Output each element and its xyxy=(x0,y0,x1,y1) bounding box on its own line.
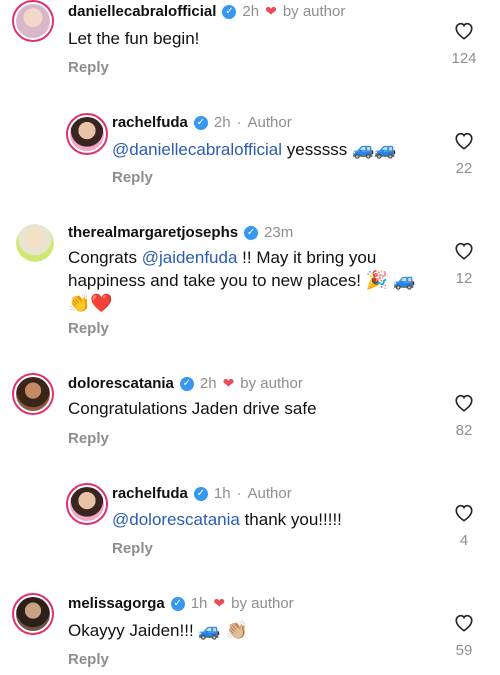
username[interactable]: dolorescatania xyxy=(68,375,174,392)
emoji-sequence: 🚙 👏🏼 xyxy=(198,620,249,640)
timestamp: 2h xyxy=(242,3,260,20)
timestamp: 23m xyxy=(264,224,294,241)
username[interactable]: daniellecabralofficial xyxy=(68,3,216,20)
reply-button[interactable]: Reply xyxy=(68,651,109,668)
comment-text: @daniellecabralofficial yesssss 🚙🚙 xyxy=(112,138,397,161)
mention-link[interactable]: @dolorescatania xyxy=(112,510,240,529)
heart-outline-icon[interactable] xyxy=(453,502,475,522)
red-heart-icon: ❤ xyxy=(222,375,235,391)
red-heart-icon: ❤ xyxy=(265,3,277,19)
avatar[interactable] xyxy=(66,483,108,525)
mention-link[interactable]: @jaidenfuda xyxy=(142,248,238,267)
verified-badge-icon: ✓ xyxy=(193,486,208,501)
comment-text: Congrats @jaidenfuda !! May it bring you… xyxy=(68,247,428,315)
like-count: 82 xyxy=(455,422,473,439)
like-count: 22 xyxy=(455,160,473,177)
avatar[interactable] xyxy=(16,224,54,262)
reply-comment-item: rachelfuda ✓ 2h · Author @daniellecabral… xyxy=(0,110,500,220)
reply-button[interactable]: Reply xyxy=(68,320,109,337)
liked-by-author: by author xyxy=(282,3,346,20)
timestamp: 2h xyxy=(213,114,231,131)
comment-item: daniellecabralofficial ✓ 2h ❤ by author … xyxy=(0,0,500,110)
timestamp: 1h xyxy=(213,485,231,502)
comment-meta: rachelfuda ✓ 1h · Author xyxy=(112,485,292,502)
car-emoji: 🚙🚙 xyxy=(351,139,397,159)
mention-link[interactable]: @daniellecabralofficial xyxy=(112,140,282,159)
reply-button[interactable]: Reply xyxy=(112,540,153,557)
comment-meta: dolorescatania ✓ 2h ❤ by author xyxy=(68,375,303,392)
liked-by-author: by author xyxy=(231,595,294,612)
verified-badge-icon: ✓ xyxy=(244,225,259,240)
avatar[interactable] xyxy=(12,593,54,635)
comment-meta: therealmargaretjosephs ✓ 23m xyxy=(68,224,293,241)
comment-body: thank you!!!!! xyxy=(239,510,342,529)
like-control: 59 xyxy=(444,612,484,659)
like-control: 82 xyxy=(444,392,484,439)
like-control: 12 xyxy=(444,240,484,287)
like-control: 22 xyxy=(444,130,484,177)
comment-text: Okayyy Jaiden!!! 🚙 👏🏼 xyxy=(68,619,248,642)
timestamp: 2h xyxy=(199,375,217,392)
verified-badge-icon: ✓ xyxy=(193,115,208,130)
like-count: 124 xyxy=(451,50,477,67)
like-count: 59 xyxy=(455,642,473,659)
heart-outline-icon[interactable] xyxy=(453,20,475,40)
verified-badge-icon: ✓ xyxy=(222,4,237,19)
heart-outline-icon[interactable] xyxy=(453,612,475,632)
verified-badge-icon: ✓ xyxy=(179,376,194,391)
reply-button[interactable]: Reply xyxy=(112,169,153,186)
comment-meta: melissagorga ✓ 1h ❤ by author xyxy=(68,595,294,612)
comment-meta: rachelfuda ✓ 2h · Author xyxy=(112,114,292,131)
separator-dot: · xyxy=(236,485,242,502)
comment-text: Congratulations Jaden drive safe xyxy=(68,399,317,418)
reply-button[interactable]: Reply xyxy=(68,430,109,447)
comment-text: Let the fun begin! xyxy=(68,29,200,48)
avatar[interactable] xyxy=(66,113,108,155)
author-label: Author xyxy=(247,485,292,502)
red-heart-icon: ❤ xyxy=(213,595,226,611)
avatar[interactable] xyxy=(12,0,54,42)
heart-outline-icon[interactable] xyxy=(453,240,475,260)
comment-item: therealmargaretjosephs ✓ 23m Congrats @j… xyxy=(0,220,500,370)
heart-outline-icon[interactable] xyxy=(453,392,475,412)
verified-badge-icon: ✓ xyxy=(170,596,185,611)
like-control: 4 xyxy=(444,502,484,549)
reply-button[interactable]: Reply xyxy=(68,59,109,76)
comment-item: dolorescatania ✓ 2h ❤ by author Congratu… xyxy=(0,370,500,480)
avatar[interactable] xyxy=(12,373,54,415)
username[interactable]: melissagorga xyxy=(68,595,165,612)
author-label: Author xyxy=(247,114,292,131)
comment-meta: daniellecabralofficial ✓ 2h ❤ by author xyxy=(68,3,345,20)
comment-body: yesssss xyxy=(282,140,352,159)
reply-comment-item: rachelfuda ✓ 1h · Author @dolorescatania… xyxy=(0,480,500,590)
like-control: 124 xyxy=(444,20,484,67)
username[interactable]: rachelfuda xyxy=(112,485,188,502)
comment-body: Okayyy Jaiden!!! xyxy=(68,621,199,640)
like-count: 4 xyxy=(459,532,469,549)
liked-by-author: by author xyxy=(240,375,303,392)
username[interactable]: rachelfuda xyxy=(112,114,188,131)
comment-text: @dolorescatania thank you!!!!! xyxy=(112,509,342,531)
like-count: 12 xyxy=(455,270,473,287)
comment-body: Congrats xyxy=(68,248,142,267)
comment-item: melissagorga ✓ 1h ❤ by author Okayyy Jai… xyxy=(0,590,500,675)
separator-dot: · xyxy=(236,114,242,131)
heart-outline-icon[interactable] xyxy=(453,130,475,150)
timestamp: 1h xyxy=(190,595,208,612)
username[interactable]: therealmargaretjosephs xyxy=(68,224,238,241)
